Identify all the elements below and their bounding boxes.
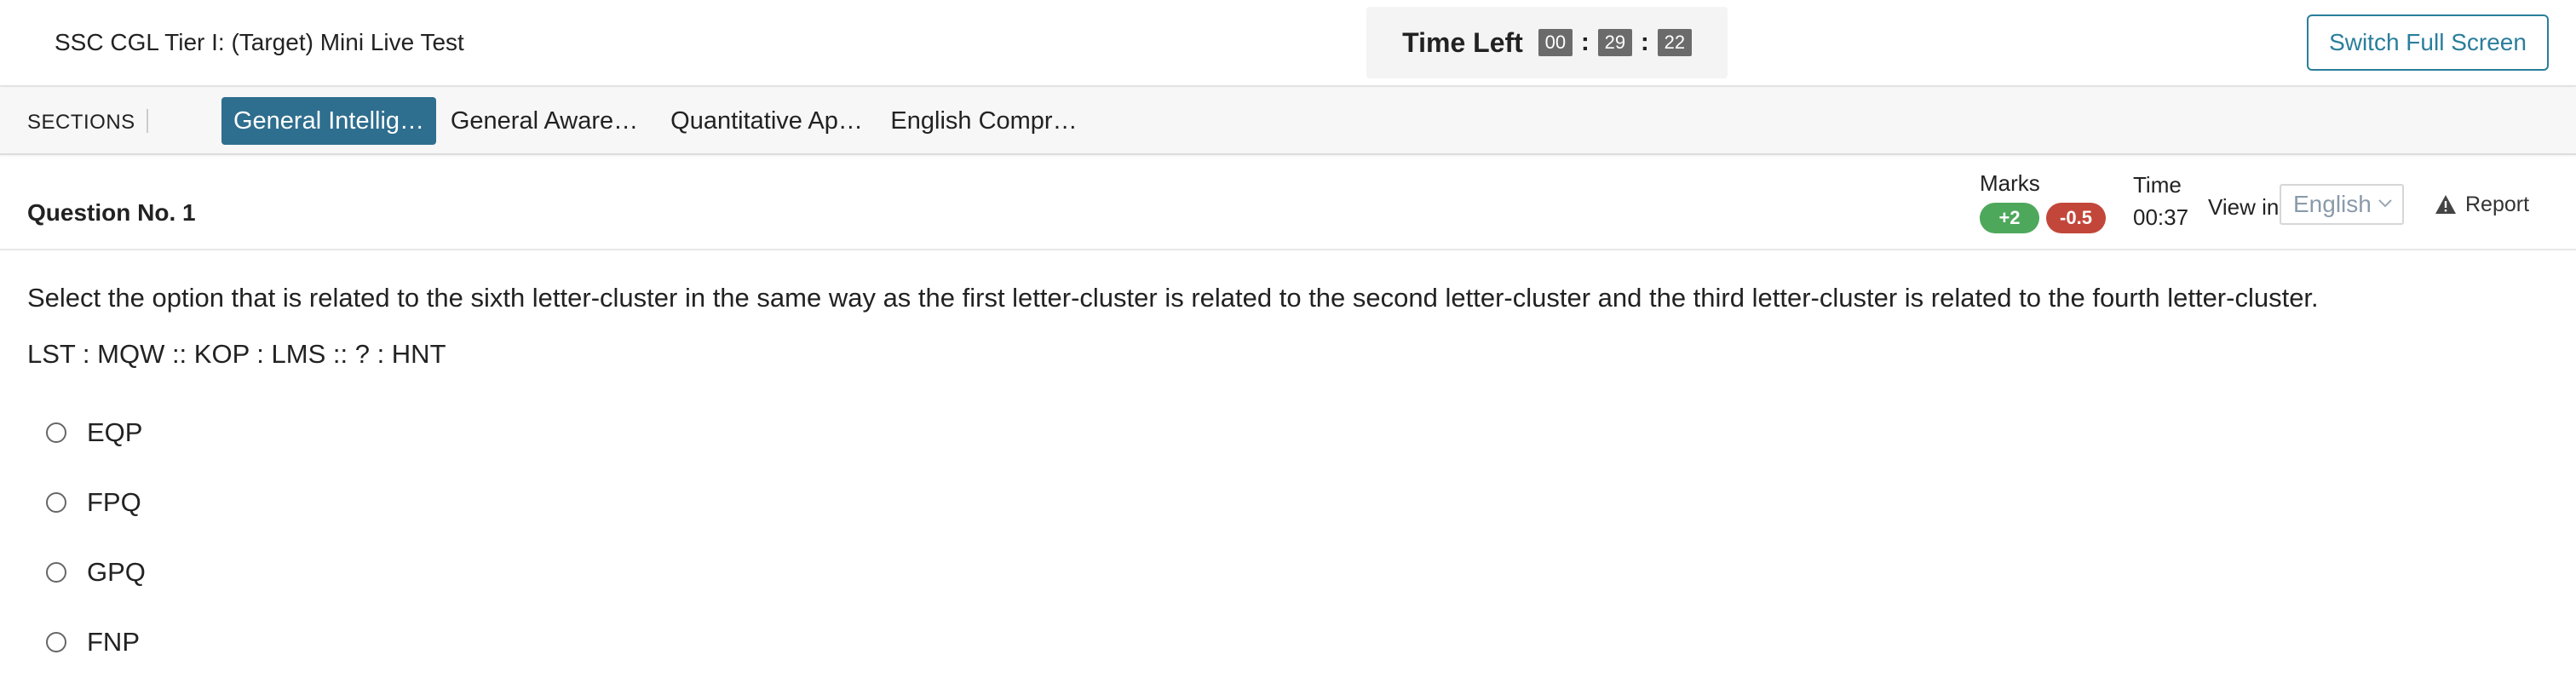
option-text: GPQ (87, 557, 146, 587)
timer: Time Left 00 : 29 : 22 (1366, 7, 1728, 78)
option-4[interactable]: FNP (46, 622, 557, 663)
section-tab-label: General Intellig… (233, 106, 425, 135)
option-radio[interactable] (46, 632, 66, 652)
top-header: SSC CGL Tier I: (Target) Mini Live Test … (0, 0, 2576, 87)
sections-label: SECTIONS (27, 111, 135, 134)
option-radio[interactable] (46, 422, 66, 443)
option-2[interactable]: FPQ (46, 482, 557, 523)
marks-label: Marks (1980, 170, 2040, 196)
section-tab-english-comprehension[interactable]: English Compr… (886, 97, 1082, 145)
chevron-down-icon (2378, 199, 2392, 208)
section-tab-label: Quantitative Ap… (670, 106, 863, 135)
option-text: EQP (87, 417, 143, 447)
report-label: Report (2465, 192, 2530, 216)
option-1[interactable]: EQP (46, 412, 557, 453)
test-app: SSC CGL Tier I: (Target) Mini Live Test … (0, 0, 2576, 695)
section-tab-label: English Compr… (890, 106, 1078, 135)
timer-colon: : (1580, 28, 1590, 56)
language-select[interactable]: English (2280, 184, 2404, 225)
section-tab-label: General Aware… (450, 106, 639, 135)
option-3[interactable]: GPQ (46, 552, 557, 593)
section-tab-general-intelligence[interactable]: General Intellig… (221, 97, 436, 145)
timer-label: Time Left (1402, 26, 1523, 58)
question-time-value: 00:37 (2133, 204, 2189, 230)
question-header: Question No. 1 Marks +2 -0.5 Time 00:37 … (0, 157, 2576, 250)
language-select-value: English (2293, 191, 2372, 217)
section-tab-quantitative-aptitude[interactable]: Quantitative Ap… (664, 97, 869, 145)
section-tab-general-awareness[interactable]: General Aware… (443, 97, 646, 145)
positive-marks-badge: +2 (1980, 203, 2039, 233)
timer-minutes: 29 (1597, 29, 1632, 56)
report-button[interactable]: Report (2435, 187, 2529, 221)
option-text: FNP (87, 627, 140, 657)
test-title: SSC CGL Tier I: (Target) Mini Live Test (55, 29, 464, 55)
view-in-label: View in (2208, 194, 2280, 220)
option-text: FPQ (87, 487, 141, 517)
sections-divider (147, 109, 148, 133)
question-text: Select the option that is related to the… (27, 283, 2319, 313)
negative-marks-badge: -0.5 (2046, 203, 2106, 233)
option-radio[interactable] (46, 562, 66, 583)
timer-seconds: 22 (1657, 29, 1692, 56)
question-number: Question No. 1 (27, 199, 196, 226)
question-clusters: LST : MQW :: KOP : LMS :: ? : HNT (27, 339, 446, 369)
question-time-label: Time (2133, 172, 2182, 198)
switch-full-screen-button[interactable]: Switch Full Screen (2307, 14, 2549, 71)
timer-colon: : (1640, 28, 1649, 56)
option-radio[interactable] (46, 492, 66, 513)
warning-icon (2435, 195, 2456, 214)
timer-hours: 00 (1538, 29, 1573, 56)
sections-bar: SECTIONS General Intellig… General Aware… (0, 89, 2576, 155)
